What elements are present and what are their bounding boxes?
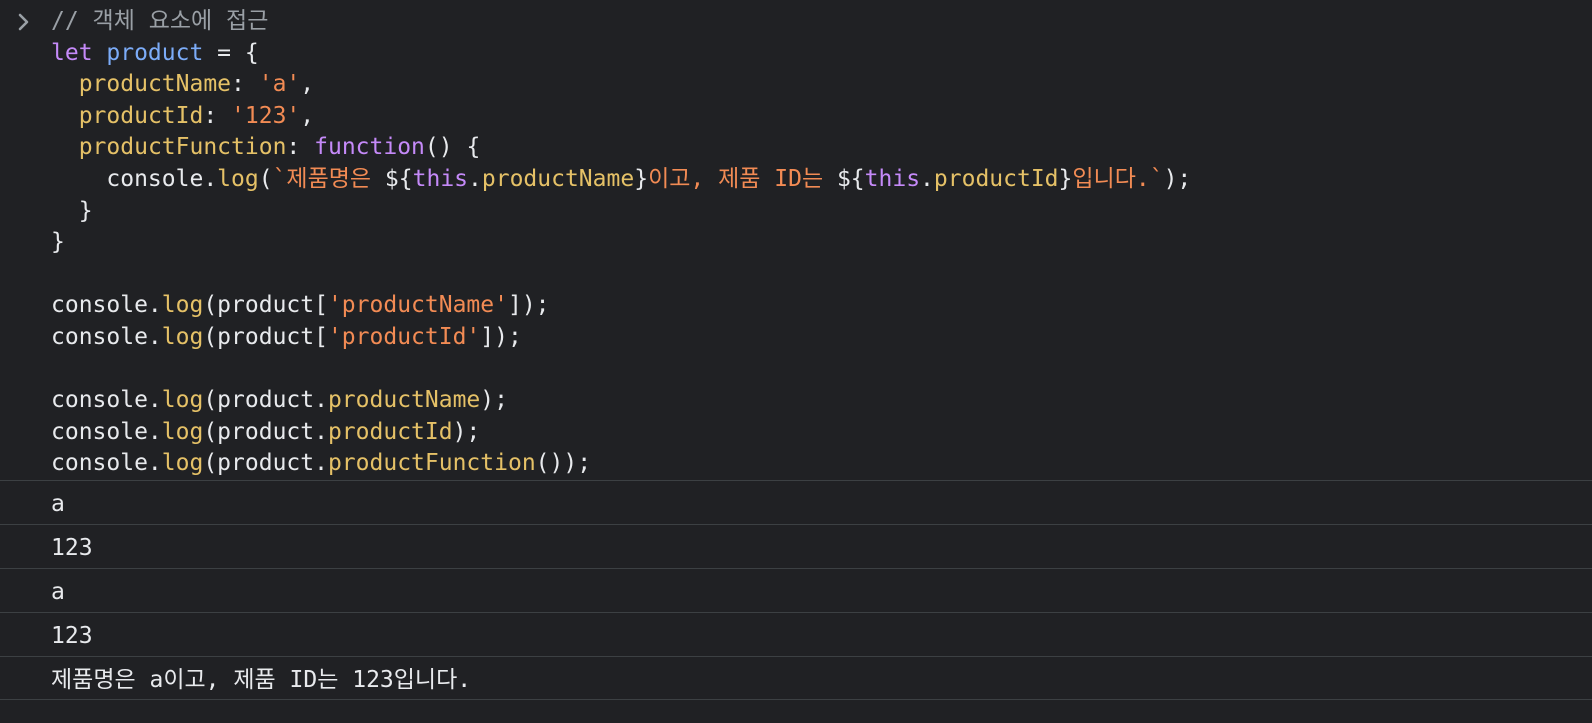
code-token: console. xyxy=(51,323,162,350)
code-token: 'a' xyxy=(258,71,301,98)
code-lines: // 객체 요소에 접근 let product = { productName:… xyxy=(51,6,1592,480)
code-token: function xyxy=(314,134,425,161)
code-token: ); xyxy=(452,418,481,445)
code-token: console. xyxy=(51,387,162,414)
code-line: // 객체 요소에 접근 xyxy=(51,6,1592,38)
console-input-block[interactable]: // 객체 요소에 접근 let product = { productName:… xyxy=(0,0,1592,480)
code-token: productFunction xyxy=(78,134,287,161)
code-token: console. xyxy=(51,418,162,445)
code-line: } xyxy=(51,227,1592,259)
code-token: this xyxy=(412,165,469,192)
code-token: 이고, 제품 ID는 xyxy=(648,165,837,192)
code-token: (product. xyxy=(203,418,328,445)
code-token: productId xyxy=(327,418,453,445)
code-token: } xyxy=(51,197,93,224)
code-token: 입니다.` xyxy=(1072,165,1164,192)
code-token: ); xyxy=(480,387,508,414)
code-token: } xyxy=(51,229,65,256)
code-token: productName xyxy=(327,387,481,414)
code-token: log xyxy=(161,323,204,350)
code-line: console.log(product.productName); xyxy=(51,385,1592,417)
code-token: } xyxy=(1058,165,1073,192)
code-token: productId xyxy=(933,165,1059,192)
code-token: : xyxy=(286,134,315,161)
code-token: '123' xyxy=(231,102,301,129)
console-output-list: a 123 a 123 제품명은 a이고, 제품 ID는 123입니다. xyxy=(0,480,1592,700)
code-token: } xyxy=(634,165,649,192)
code-token: productId xyxy=(78,102,204,129)
code-token: ()); xyxy=(535,450,592,477)
code-token: (product. xyxy=(203,387,328,414)
code-token: `제품명은 xyxy=(272,165,385,192)
code-token: (product. xyxy=(203,450,328,477)
code-line: console.log(product['productId']); xyxy=(51,322,1592,354)
code-token: ${ xyxy=(836,165,865,192)
code-line: productFunction: function() { xyxy=(51,132,1592,164)
code-token: 'productId' xyxy=(327,323,481,350)
console-output-row: a xyxy=(0,568,1592,612)
code-token: let xyxy=(51,39,107,66)
code-line: productId: '123', xyxy=(51,101,1592,133)
chevron-right-icon xyxy=(18,13,29,31)
console-output-row: 123 xyxy=(0,524,1592,568)
code-token: this xyxy=(864,165,921,192)
code-token: (product[ xyxy=(203,323,328,350)
code-line: console.log(product.productId); xyxy=(51,417,1592,449)
code-line: productName: 'a', xyxy=(51,69,1592,101)
code-token: console. xyxy=(51,165,218,192)
code-token: (product[ xyxy=(203,292,328,319)
code-token: productFunction xyxy=(327,450,536,477)
code-line: console.log(product.productFunction()); xyxy=(51,448,1592,480)
code-token: ]); xyxy=(480,323,522,350)
code-line: } xyxy=(51,196,1592,228)
code-token: , xyxy=(300,71,315,98)
code-token: log xyxy=(161,450,204,477)
code-token: , xyxy=(300,102,315,129)
code-token: 'productName' xyxy=(327,292,508,319)
code-token: . xyxy=(468,165,482,192)
code-token: console. xyxy=(51,450,162,477)
console-output-row: 123 xyxy=(0,612,1592,656)
code-token: ( xyxy=(258,165,273,192)
code-token: : xyxy=(231,71,259,98)
code-token: productName xyxy=(481,165,635,192)
code-token: productName xyxy=(78,71,232,98)
console-output-row: a xyxy=(0,480,1592,524)
code-line: console.log(product['productName']); xyxy=(51,290,1592,322)
code-token: = { xyxy=(203,39,259,66)
code-token: ]); xyxy=(507,292,550,319)
code-token: log xyxy=(217,165,259,192)
code-token: // 객체 요소에 접근 xyxy=(51,8,269,34)
code-token: log xyxy=(161,418,204,445)
code-line: console.log(`제품명은 ${this.productName}이고,… xyxy=(51,164,1592,196)
code-token: ); xyxy=(1163,165,1192,192)
code-token: ${ xyxy=(384,165,413,192)
code-token: () { xyxy=(424,134,481,161)
code-token: console. xyxy=(51,292,162,319)
code-token: product xyxy=(106,39,204,66)
code-token: . xyxy=(920,165,934,192)
code-token: log xyxy=(161,387,204,414)
code-token: : xyxy=(203,102,232,129)
code-token: log xyxy=(161,292,204,319)
code-line: let product = { xyxy=(51,38,1592,70)
console-output-row: 제품명은 a이고, 제품 ID는 123입니다. xyxy=(0,656,1592,700)
